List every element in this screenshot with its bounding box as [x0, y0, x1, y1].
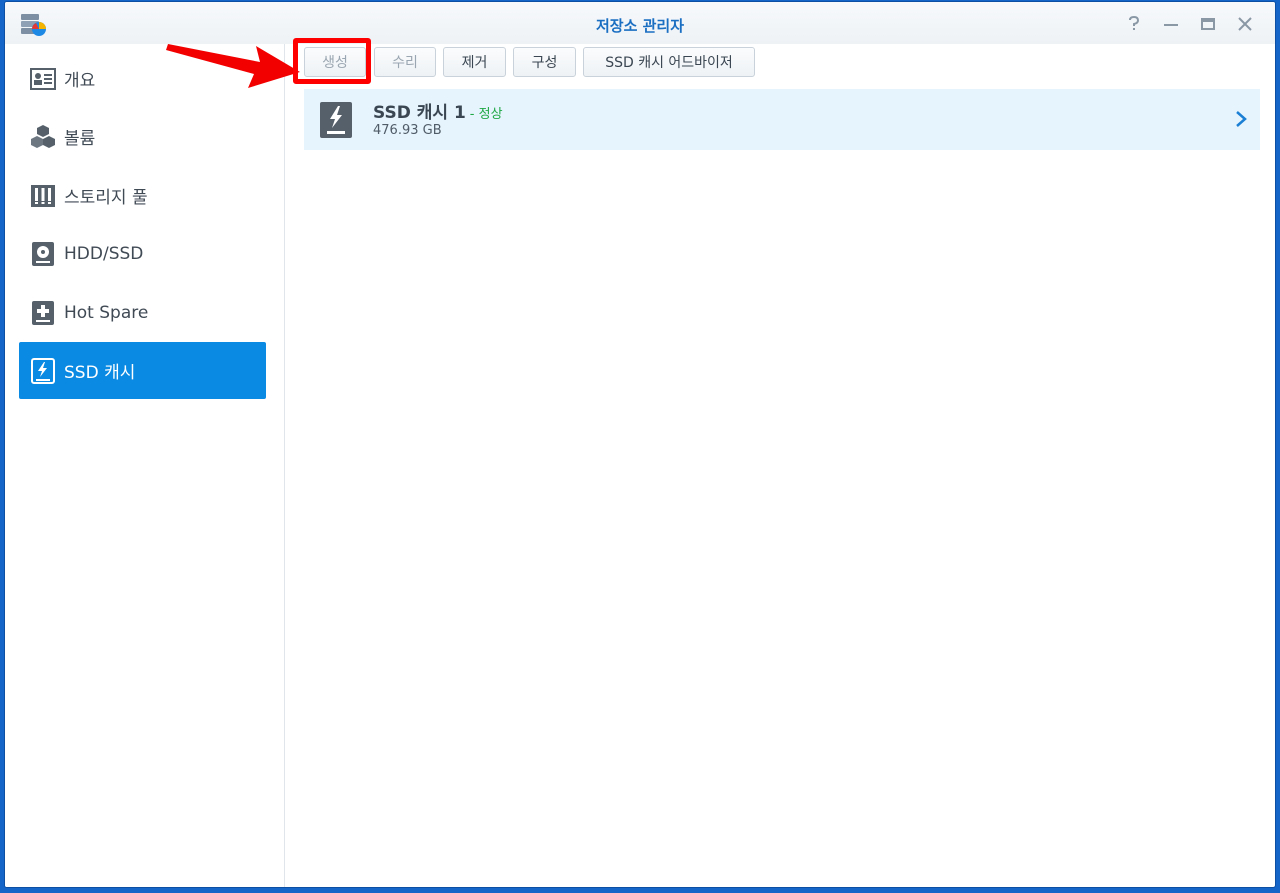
- maximize-icon[interactable]: [1199, 15, 1217, 33]
- main-panel: 생성 수리 제거 구성 SSD 캐시 어드바이저 SSD 캐시 1- 정상 47…: [285, 44, 1275, 887]
- cache-name: SSD 캐시 1: [373, 103, 466, 123]
- cache-status: - 정상: [469, 107, 503, 122]
- red-arrow-annotation: [166, 44, 300, 88]
- sidebar-item-label: 스토리지 풀: [64, 188, 148, 208]
- remove-button[interactable]: 제거: [443, 47, 506, 77]
- volume-icon: [30, 124, 56, 150]
- hdd-icon: [30, 241, 56, 267]
- ssd-cache-icon: [30, 357, 56, 384]
- sidebar-item-storage-pool[interactable]: 스토리지 풀: [19, 167, 266, 224]
- sidebar-item-volume[interactable]: 볼륨: [19, 108, 266, 165]
- repair-button[interactable]: 수리: [374, 47, 436, 77]
- minimize-icon[interactable]: [1162, 15, 1180, 33]
- sidebar-item-ssd-cache[interactable]: SSD 캐시: [19, 342, 266, 399]
- help-icon[interactable]: [1125, 15, 1143, 33]
- hot-spare-icon: [30, 300, 56, 326]
- storage-pool-icon: [30, 183, 56, 209]
- sidebar-item-label: SSD 캐시: [64, 363, 136, 383]
- close-icon[interactable]: [1236, 15, 1254, 33]
- sidebar-item-hot-spare[interactable]: Hot Spare: [19, 284, 266, 341]
- sidebar-item-hdd-ssd[interactable]: HDD/SSD: [19, 225, 266, 282]
- storage-manager-window: 저장소 관리자 개요 볼륨 스토리지 풀 HDD/SSD Hot Spare S…: [5, 2, 1275, 887]
- configure-button[interactable]: 구성: [513, 47, 576, 77]
- ssd-cache-advisor-button[interactable]: SSD 캐시 어드바이저: [583, 47, 755, 77]
- chevron-right-icon[interactable]: [1234, 109, 1248, 129]
- cache-size: 476.93 GB: [373, 123, 442, 138]
- window-title: 저장소 관리자: [595, 17, 685, 35]
- highlight-box-annotation: [293, 38, 371, 84]
- sidebar-item-label: 볼륨: [64, 129, 96, 149]
- cache-name-line: SSD 캐시 1- 정상: [373, 98, 503, 123]
- overview-icon: [30, 66, 56, 92]
- sidebar-item-label: HDD/SSD: [64, 243, 144, 264]
- ssd-cache-list-item[interactable]: SSD 캐시 1- 정상 476.93 GB: [304, 89, 1260, 150]
- ssd-icon: [320, 102, 352, 138]
- sidebar-item-label: 개요: [64, 71, 96, 91]
- sidebar-item-label: Hot Spare: [64, 302, 149, 323]
- sidebar: 개요 볼륨 스토리지 풀 HDD/SSD Hot Spare SSD 캐시: [5, 44, 285, 887]
